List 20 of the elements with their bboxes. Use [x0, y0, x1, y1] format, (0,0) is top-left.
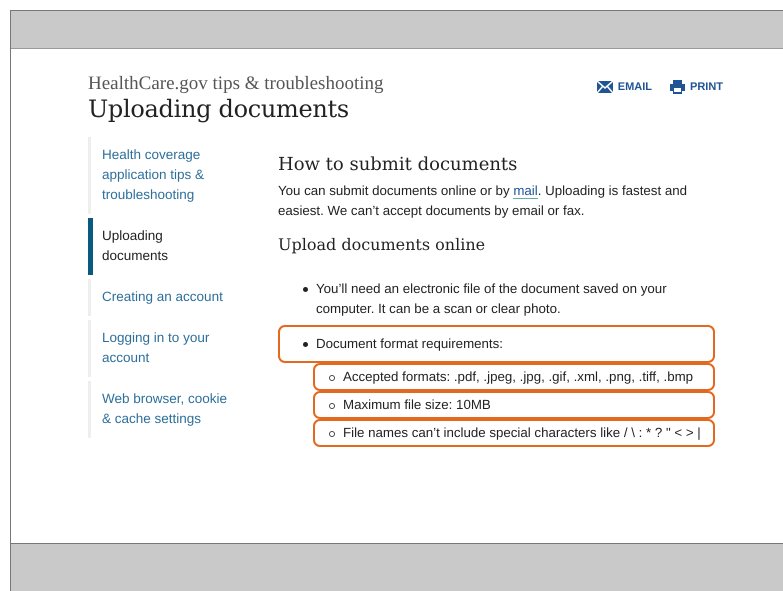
bullet-item: You’ll need an electronic file of the document saved on your computer. It can be a scan or clear photo. [278, 277, 715, 321]
site-title: HealthCare.gov tips & troubleshooting [88, 73, 384, 95]
bullet-item: Document format requirements: [278, 325, 715, 363]
email-icon [596, 81, 613, 93]
sub-bullet-item: Accepted formats: .pdf, .jpeg, .jpg, .gif, .xml, .png, .tiff, .bmp [313, 363, 715, 391]
action-link[interactable]: PRINT [670, 80, 723, 94]
action-link[interactable]: EMAIL [596, 80, 652, 94]
sidebar-item[interactable]: Health coverage application tips & troubleshooting [88, 137, 238, 214]
sub-bullet-item: Maximum file size: 10MB [313, 391, 715, 419]
subsection-heading: Upload documents online [278, 235, 486, 255]
sidebar-item[interactable]: Uploading documents [88, 218, 238, 275]
sidebar-item[interactable]: Creating an account [88, 279, 238, 316]
sidebar-item[interactable]: Web browser, cookie & cache settings [88, 381, 238, 438]
intro-paragraph: You can submit documents online or by mail. Uploading is fastest and easiest. We can’t accept documents by email or fax. [278, 182, 688, 220]
mail-link[interactable]: mail [513, 183, 538, 199]
sidebar-item[interactable]: Logging in to your account [88, 320, 238, 377]
sub-bullet-item: File names can’t include special characters like / \ : * ? " < > | [313, 419, 715, 447]
section-heading: How to submit documents [278, 155, 518, 175]
print-icon [670, 80, 685, 94]
page-title: Uploading documents [88, 95, 350, 123]
